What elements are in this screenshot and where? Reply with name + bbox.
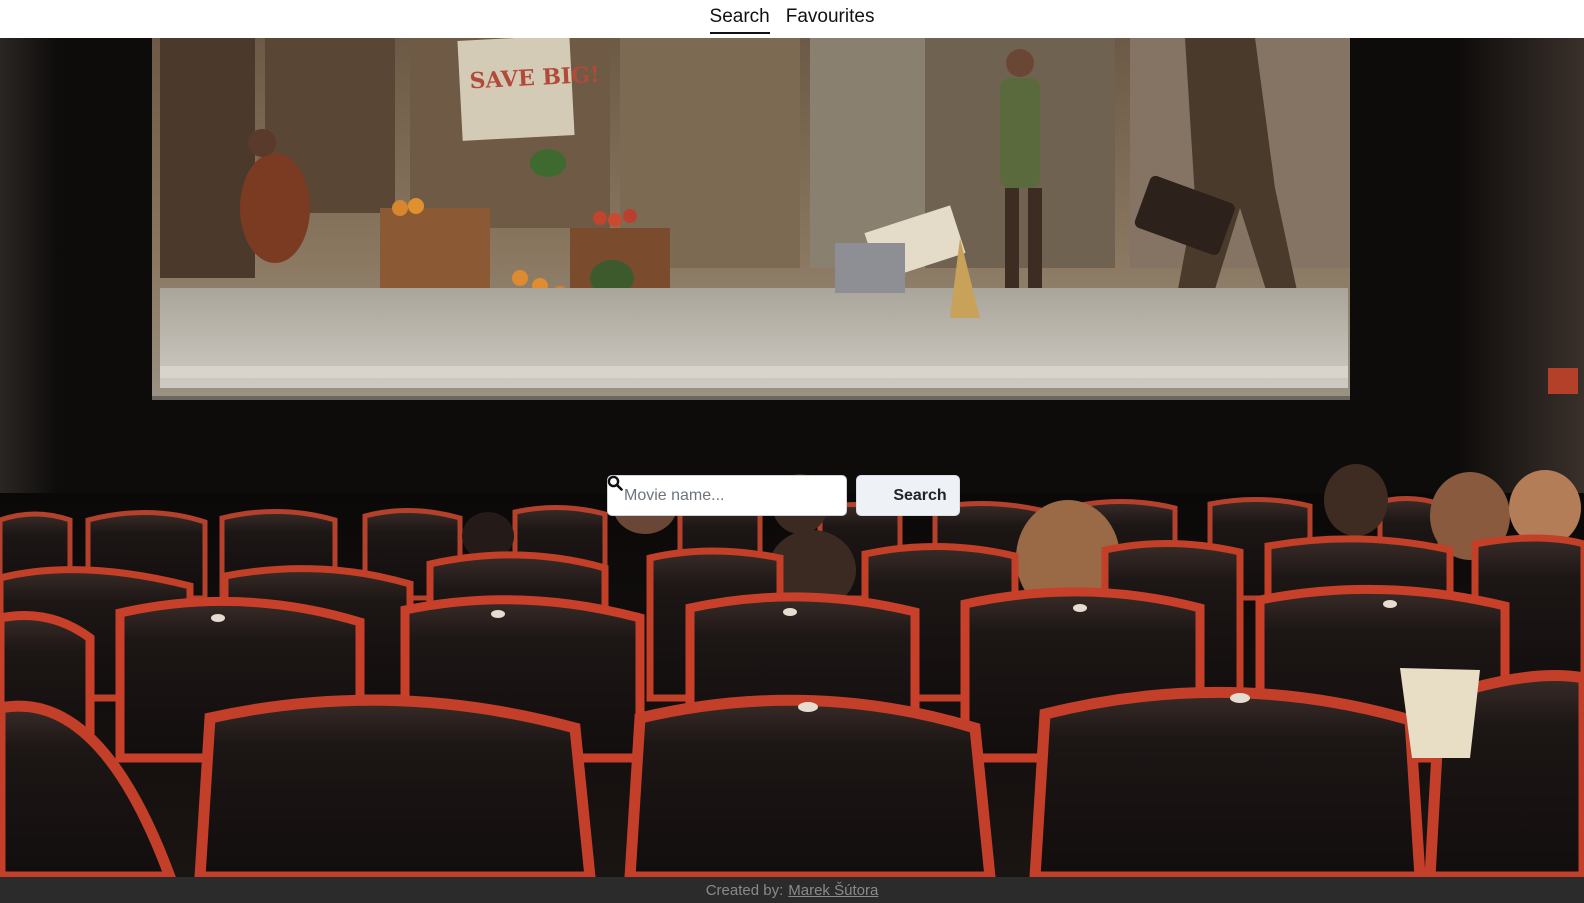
author-link[interactable]: Marek Šútora xyxy=(788,882,878,899)
footer-credit-prefix: Created by: xyxy=(705,881,784,899)
search-button[interactable]: Search xyxy=(607,475,960,516)
theater-seats xyxy=(0,464,1584,877)
movie-search-form: Search xyxy=(607,475,960,516)
movie-screen: SAVE BIG! xyxy=(152,38,1350,398)
nav-link-favourites[interactable]: Favourites xyxy=(786,0,875,34)
nav-link-search[interactable]: Search xyxy=(709,0,770,34)
cinema-background-image: SAVE BIG! Movie name... Search xyxy=(0,38,1584,877)
search-button-label: Search xyxy=(893,486,947,504)
top-navigation: Search Favourites xyxy=(0,0,1584,38)
cinema-illustration: SAVE BIG! xyxy=(0,38,1584,877)
exit-sign-icon xyxy=(1548,368,1578,394)
movie-search-input[interactable] xyxy=(607,475,847,516)
page-footer: Created by: Marek Šútora xyxy=(0,877,1584,903)
search-icon xyxy=(607,475,885,504)
